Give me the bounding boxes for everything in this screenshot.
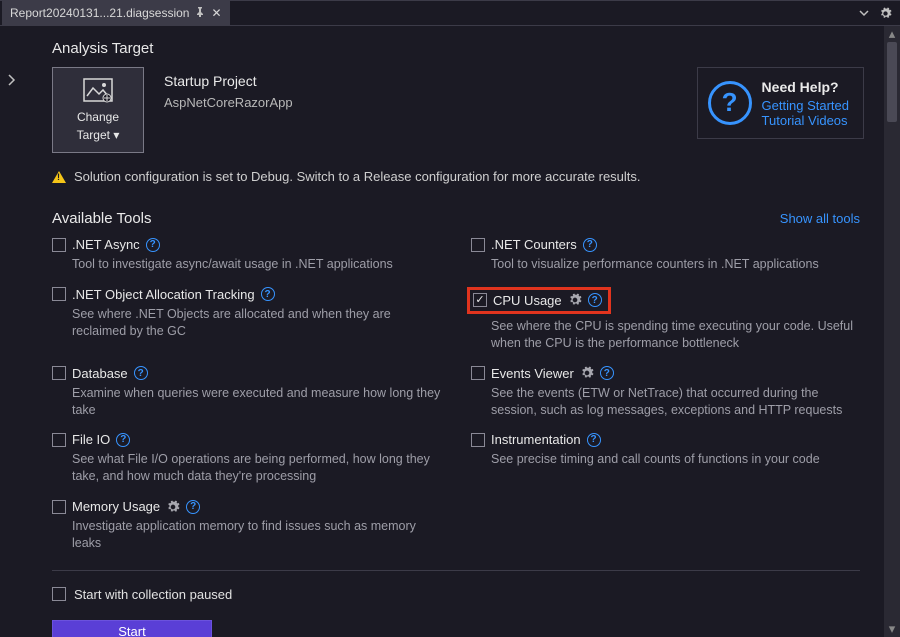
- show-all-tools-link[interactable]: Show all tools: [780, 211, 860, 226]
- tool-desc-memory-usage: Investigate application memory to find i…: [52, 518, 441, 552]
- tool-name-instrumentation: Instrumentation: [491, 432, 581, 447]
- tool-desc-net-counters: Tool to visualize performance counters i…: [471, 256, 860, 273]
- tool-name-memory-usage: Memory Usage: [72, 499, 160, 514]
- help-title: Need Help?: [762, 78, 849, 98]
- checkbox-instrumentation[interactable]: [471, 433, 485, 447]
- tool-name-net-counters: .NET Counters: [491, 237, 577, 252]
- scroll-down-icon[interactable]: ▾: [884, 621, 900, 637]
- expand-chevron-icon[interactable]: [6, 74, 16, 89]
- info-icon[interactable]: ?: [587, 433, 601, 447]
- warning-icon: [52, 171, 66, 183]
- help-icon: ?: [708, 81, 752, 125]
- gear-icon[interactable]: [879, 7, 892, 20]
- start-paused-label: Start with collection paused: [74, 587, 232, 602]
- help-links: Need Help? Getting Started Tutorial Vide…: [762, 78, 849, 128]
- tool-memory-usage: Memory Usage ? Investigate application m…: [52, 499, 441, 552]
- tab-diagsession[interactable]: Report20240131...21.diagsession ✕: [2, 1, 230, 25]
- divider: [52, 570, 860, 571]
- tool-name-file-io: File IO: [72, 432, 110, 447]
- tool-net-counters: .NET Counters ? Tool to visualize perfor…: [471, 237, 860, 273]
- target-picture-icon: [83, 78, 113, 104]
- info-icon[interactable]: ?: [116, 433, 130, 447]
- target-text: Startup Project AspNetCoreRazorApp: [164, 67, 293, 110]
- checkbox-database[interactable]: [52, 366, 66, 380]
- checkbox-events-viewer[interactable]: [471, 366, 485, 380]
- tool-name-events-viewer: Events Viewer: [491, 366, 574, 381]
- help-link-tutorial-videos[interactable]: Tutorial Videos: [762, 113, 849, 128]
- gear-icon[interactable]: [580, 366, 594, 380]
- info-icon[interactable]: ?: [146, 238, 160, 252]
- checkbox-file-io[interactable]: [52, 433, 66, 447]
- info-icon[interactable]: ?: [600, 366, 614, 380]
- change-target-label1: Change: [77, 110, 119, 124]
- info-icon[interactable]: ?: [261, 287, 275, 301]
- checkbox-memory-usage[interactable]: [52, 500, 66, 514]
- checkbox-start-paused[interactable]: [52, 587, 66, 601]
- tool-desc-database: Examine when queries were executed and m…: [52, 385, 441, 419]
- project-name: AspNetCoreRazorApp: [164, 95, 293, 110]
- tool-name-net-async: .NET Async: [72, 237, 140, 252]
- tool-net-obj-alloc: .NET Object Allocation Tracking ? See wh…: [52, 287, 441, 352]
- tool-desc-net-obj-alloc: See where .NET Objects are allocated and…: [52, 306, 441, 340]
- scroll-up-icon[interactable]: ▴: [884, 26, 900, 42]
- tabbar-right: [859, 7, 900, 20]
- tool-events-viewer: Events Viewer ? See the events (ETW or N…: [471, 366, 860, 419]
- help-box: ? Need Help? Getting Started Tutorial Vi…: [697, 67, 864, 139]
- tools-header-row: Available Tools Show all tools: [52, 210, 860, 227]
- tool-cpu-usage: CPU Usage ? See where the CPU is spendin…: [471, 287, 860, 352]
- target-row: Change Target ▾ Startup Project AspNetCo…: [52, 67, 884, 153]
- scrollbar[interactable]: ▴ ▾: [884, 26, 900, 637]
- tool-desc-net-async: Tool to investigate async/await usage in…: [52, 256, 441, 273]
- warning-text: Solution configuration is set to Debug. …: [74, 169, 641, 184]
- help-link-getting-started[interactable]: Getting Started: [762, 98, 849, 113]
- scroll-thumb[interactable]: [887, 42, 897, 122]
- dropdown-chevron-icon[interactable]: [859, 8, 869, 18]
- tool-instrumentation: Instrumentation ? See precise timing and…: [471, 432, 860, 485]
- checkbox-cpu-usage[interactable]: [473, 293, 487, 307]
- chevron-down-icon: ▾: [113, 128, 119, 142]
- project-title: Startup Project: [164, 73, 293, 89]
- tools-grid: .NET Async ? Tool to investigate async/a…: [52, 237, 860, 552]
- available-tools-header: Available Tools: [52, 210, 152, 227]
- gear-icon[interactable]: [166, 500, 180, 514]
- tab-title: Report20240131...21.diagsession: [10, 6, 189, 20]
- change-target-label2: Target: [77, 128, 110, 142]
- tool-desc-events-viewer: See the events (ETW or NetTrace) that oc…: [471, 385, 860, 419]
- paused-row: Start with collection paused: [52, 587, 860, 602]
- tool-desc-file-io: See what File I/O operations are being p…: [52, 451, 441, 485]
- tool-name-cpu-usage: CPU Usage: [493, 293, 562, 308]
- checkbox-net-async[interactable]: [52, 238, 66, 252]
- tool-file-io: File IO ? See what File I/O operations a…: [52, 432, 441, 485]
- config-warning: Solution configuration is set to Debug. …: [52, 169, 860, 184]
- analysis-target-header: Analysis Target: [52, 40, 884, 57]
- tool-name-database: Database: [72, 366, 128, 381]
- checkbox-net-obj-alloc[interactable]: [52, 287, 66, 301]
- tab-bar: Report20240131...21.diagsession ✕: [0, 0, 900, 26]
- tool-database: Database ? Examine when queries were exe…: [52, 366, 441, 419]
- content-area: Analysis Target Change Target ▾ Startup …: [0, 26, 884, 637]
- gear-icon[interactable]: [568, 293, 582, 307]
- info-icon[interactable]: ?: [583, 238, 597, 252]
- info-icon[interactable]: ?: [134, 366, 148, 380]
- tool-net-async: .NET Async ? Tool to investigate async/a…: [52, 237, 441, 273]
- info-icon[interactable]: ?: [186, 500, 200, 514]
- tool-name-net-obj-alloc: .NET Object Allocation Tracking: [72, 287, 255, 302]
- close-icon[interactable]: ✕: [211, 6, 221, 20]
- tool-desc-cpu-usage: See where the CPU is spending time execu…: [471, 318, 860, 352]
- pin-icon[interactable]: [195, 7, 205, 20]
- checkbox-net-counters[interactable]: [471, 238, 485, 252]
- bottom-area: Start with collection paused Start: [52, 587, 860, 637]
- change-target-button[interactable]: Change Target ▾: [52, 67, 144, 153]
- info-icon[interactable]: ?: [588, 293, 602, 307]
- tool-desc-instrumentation: See precise timing and call counts of fu…: [471, 451, 860, 468]
- start-button-label: Start: [118, 624, 145, 637]
- start-button[interactable]: Start: [52, 620, 212, 637]
